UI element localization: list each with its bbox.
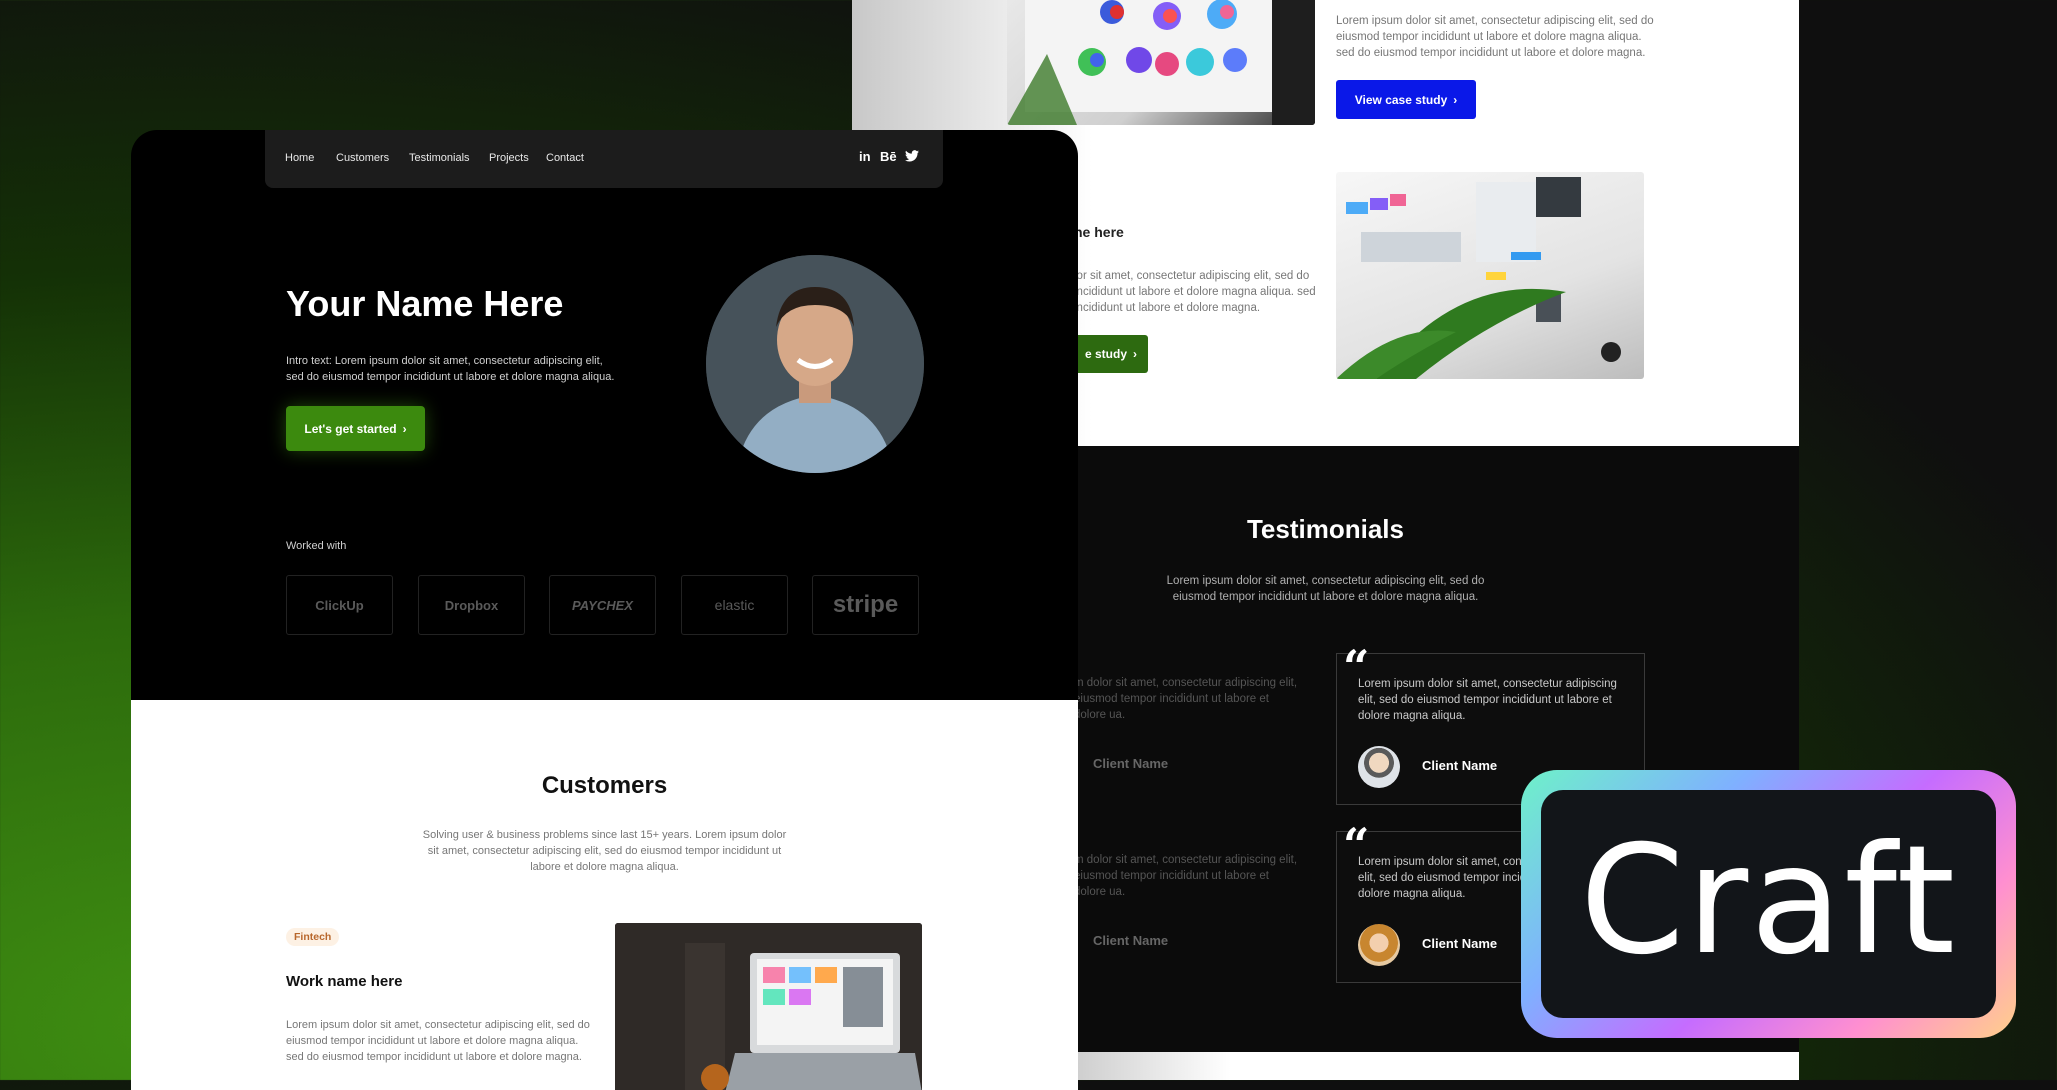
twitter-icon[interactable]	[905, 150, 919, 165]
badge-inner: Craft	[1541, 790, 1996, 1018]
work-title: Work name here	[286, 973, 403, 990]
chevron-right-icon: ›	[402, 421, 407, 436]
customers-subtitle: Solving user & business problems since l…	[422, 829, 787, 873]
customers-title: Customers	[541, 772, 668, 799]
case-study-image-ui-kit	[1336, 172, 1644, 379]
testimonial-text-ghost: m dolor sit amet, consectetur adipiscing…	[1074, 677, 1298, 721]
case-study-description: Lorem ipsum dolor sit amet, consectetur …	[1336, 15, 1654, 59]
person-portrait	[706, 255, 924, 473]
client-name: Client Name	[1422, 758, 1498, 773]
top-navigation: Home Customers Testimonials Projects Con…	[265, 130, 943, 188]
work-title-partial: ne here	[1074, 224, 1124, 240]
work-text-partial: lor sit amet, consectetur adipiscing eli…	[1074, 270, 1316, 314]
client-name-ghost: Client Name	[1093, 756, 1169, 771]
client-avatar	[1358, 746, 1400, 788]
client-avatar	[1358, 924, 1400, 966]
nav-home[interactable]: Home	[285, 152, 314, 164]
logo-text: Dropbox	[444, 597, 499, 613]
badge-text: Craft	[1579, 814, 1958, 988]
button-label: View case study	[1354, 92, 1448, 107]
work-description: Lorem ipsum dolor sit amet, consectetur …	[286, 1019, 590, 1063]
behance-icon[interactable]: Bē	[880, 149, 897, 164]
logo-text: elastic	[714, 597, 755, 613]
testimonials-subtitle: Lorem ipsum dolor sit amet, consectetur …	[1166, 575, 1485, 603]
client-name-ghost: Client Name	[1093, 933, 1169, 948]
front-page-preview: Home Customers Testimonials Projects Con…	[131, 130, 1078, 1090]
logo-text: stripe	[832, 591, 899, 618]
hero-name: Your Name Here	[286, 283, 564, 324]
view-case-study-button[interactable]: View case study ›	[1336, 80, 1476, 119]
nav-projects[interactable]: Projects	[489, 152, 529, 164]
work-image-laptop	[615, 923, 922, 1090]
chevron-right-icon: ›	[1133, 347, 1137, 361]
logo-elastic: elastic	[681, 575, 788, 635]
logo-clickup: ClickUp	[286, 575, 393, 635]
craft-badge: Craft	[1521, 770, 2016, 1038]
customers-section: Customers Solving user & business proble…	[131, 700, 1078, 1090]
logo-stripe: stripe	[812, 575, 919, 635]
testimonial-text-ghost: m dolor sit amet, consectetur adipiscing…	[1074, 854, 1298, 898]
case-study-button-partial[interactable]: e study ›	[1074, 335, 1148, 373]
testimonial-quote: Lorem ipsum dolor sit amet, consectetur …	[1358, 678, 1617, 722]
profile-photo	[706, 255, 924, 473]
linkedin-icon[interactable]: in	[859, 149, 871, 164]
ui-kit-illustration	[1336, 177, 1621, 379]
case-study-image-charts	[1007, 0, 1315, 125]
logo-text: PAYCHEX	[572, 597, 633, 613]
nav-contact[interactable]: Contact	[546, 152, 584, 164]
logo-dropbox: Dropbox	[418, 575, 525, 635]
worked-with-label: Worked with	[286, 540, 347, 552]
logo-paychex: PAYCHEX	[549, 575, 656, 635]
charts-illustration	[1007, 0, 1315, 125]
hero-intro: Intro text: Lorem ipsum dolor sit amet, …	[286, 355, 615, 383]
get-started-button[interactable]: Let's get started ›	[286, 406, 425, 451]
laptop-illustration	[615, 923, 922, 1090]
nav-customers[interactable]: Customers	[336, 152, 389, 164]
client-name: Client Name	[1422, 936, 1498, 951]
logo-text: ClickUp	[315, 597, 364, 613]
button-label: e study	[1084, 347, 1127, 361]
chevron-right-icon: ›	[1453, 92, 1458, 107]
nav-testimonials[interactable]: Testimonials	[409, 152, 470, 164]
category-tag: Fintech	[286, 928, 340, 946]
button-label: Let's get started	[304, 421, 397, 436]
